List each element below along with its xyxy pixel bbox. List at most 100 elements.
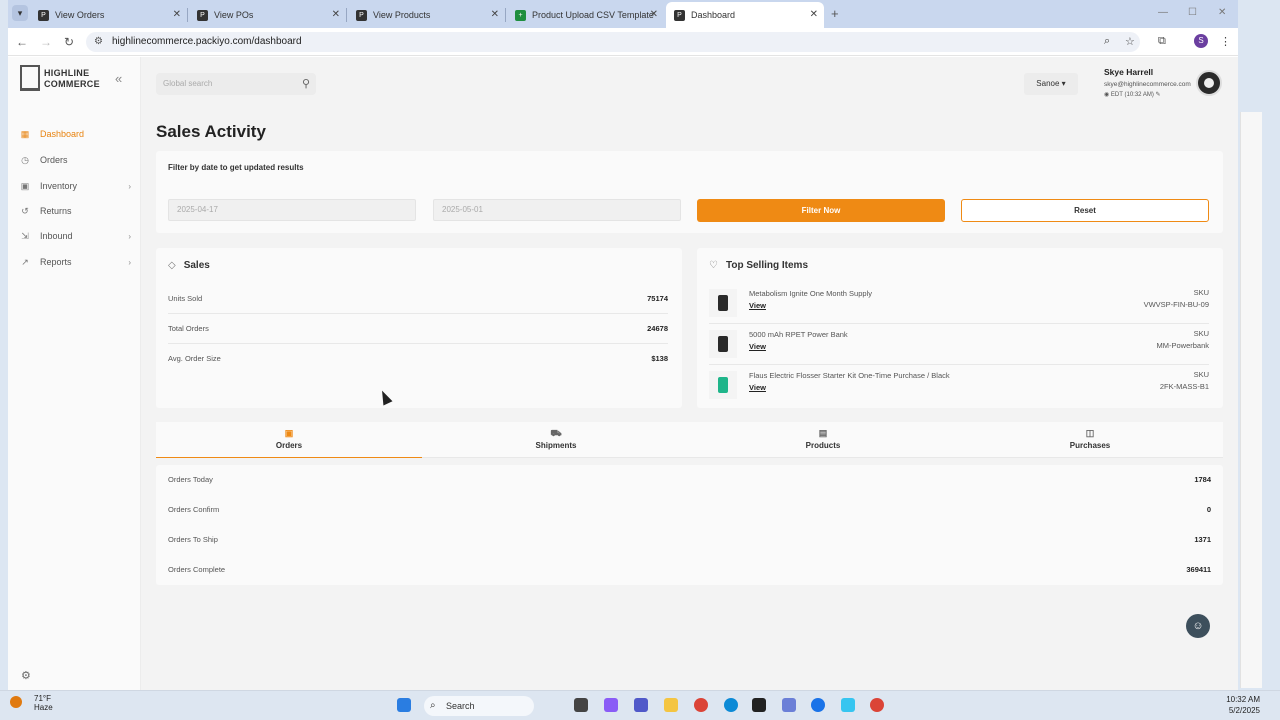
close-tab-icon[interactable]: ✕: [332, 9, 340, 20]
search-icon[interactable]: ⚲: [302, 73, 310, 95]
sheets-favicon-icon: +: [515, 9, 526, 21]
user-avatar[interactable]: [1196, 70, 1222, 96]
table-row: Orders Today 1784: [168, 475, 1211, 484]
minimize-icon[interactable]: —: [1158, 7, 1168, 18]
new-tab-icon[interactable]: +: [831, 6, 839, 21]
sidebar-item-returns[interactable]: ↺ Returns: [8, 200, 141, 222]
weather-widget[interactable]: 71°F Haze: [10, 694, 53, 712]
tab-orders[interactable]: ▣ Orders: [156, 422, 422, 458]
heart-icon: ♡: [709, 260, 718, 271]
pencil-icon[interactable]: ✎: [1156, 92, 1161, 98]
timezone: ◉ EDT (10:32 AM) ✎: [1104, 92, 1161, 98]
chat-support-icon[interactable]: ☺: [1186, 614, 1210, 638]
collapse-sidebar-icon[interactable]: «: [115, 71, 122, 86]
chrome-icon[interactable]: [694, 698, 708, 712]
teams-icon[interactable]: [634, 698, 648, 712]
tab-view-orders[interactable]: P View Orders ✕: [30, 2, 188, 28]
reset-button[interactable]: Reset: [961, 199, 1209, 222]
packiyo-favicon-icon: P: [38, 9, 49, 21]
view-link[interactable]: View: [749, 383, 766, 392]
tab-view-products[interactable]: P View Products ✕: [348, 2, 506, 28]
extensions-icon[interactable]: ⧉: [1158, 35, 1166, 48]
url-bar[interactable]: ⚙ highlinecommerce.packiyo.com/dashboard: [86, 32, 1140, 52]
filter-card: Filter by date to get updated results 20…: [156, 151, 1223, 233]
windows-start-icon[interactable]: [397, 698, 411, 712]
tab-products[interactable]: ▤ Products: [690, 422, 956, 458]
view-link[interactable]: View: [749, 301, 766, 310]
chart-icon: ↗: [21, 257, 29, 267]
filter-label: Filter by date to get updated results: [168, 163, 304, 172]
task-view-icon[interactable]: [574, 698, 588, 712]
box-icon: ▣: [20, 181, 30, 191]
user-info[interactable]: Skye Harrell skye@highlinecommerce.com ◉…: [1104, 67, 1191, 98]
globe-icon: ◉: [1104, 92, 1110, 98]
close-tab-icon[interactable]: ✕: [173, 9, 181, 20]
highline-commerce-logo[interactable]: HIGHLINE COMMERCE: [20, 65, 100, 93]
chevron-right-icon: ›: [128, 231, 131, 241]
chrome-profile-icon[interactable]: [811, 698, 825, 712]
top-selling-title: ♡ Top Selling Items: [709, 260, 809, 271]
tab-purchases[interactable]: ◫ Purchases: [957, 422, 1223, 458]
sales-card-title: ◇ Sales: [168, 260, 210, 271]
close-window-icon[interactable]: ✕: [1218, 7, 1226, 18]
packiyo-favicon-icon: P: [197, 9, 208, 21]
sidebar-item-reports[interactable]: ↗ Reports ›: [8, 251, 141, 273]
windows-taskbar: 71°F Haze ⌕ Search 10:32 AM 5/2/2025: [0, 690, 1280, 720]
url-text: highlinecommerce.packiyo.com/dashboard: [112, 36, 302, 47]
sidebar-item-inventory[interactable]: ▣ Inventory ›: [8, 175, 141, 197]
maximize-icon[interactable]: ☐: [1188, 7, 1197, 18]
tab-dashboard[interactable]: P Dashboard ✕: [666, 2, 824, 28]
warehouse-label: Sanoe: [1036, 79, 1060, 88]
profile-avatar[interactable]: S: [1194, 34, 1208, 48]
packiyo-app-icon[interactable]: [752, 698, 766, 712]
taskbar-search[interactable]: ⌕ Search: [424, 696, 534, 716]
sidebar-item-dashboard[interactable]: ▦ Dashboard: [8, 123, 141, 145]
forward-icon[interactable]: →: [40, 35, 52, 49]
close-tab-icon[interactable]: ✕: [650, 9, 658, 20]
close-tab-icon[interactable]: ✕: [810, 9, 818, 20]
sun-icon: [10, 696, 22, 708]
tab-title: Product Upload CSV Template: [532, 10, 654, 20]
slack-icon[interactable]: [841, 698, 855, 712]
tab-search-icon[interactable]: ▾: [12, 5, 28, 21]
side-panel-scrollbar[interactable]: [1240, 112, 1262, 688]
start-date-input[interactable]: 2025-04-17: [168, 199, 416, 221]
filter-now-button[interactable]: Filter Now: [697, 199, 945, 222]
sales-card: ◇ Sales Units Sold 75174 Total Orders 246…: [156, 248, 682, 408]
browser-menu-icon[interactable]: ⋮: [1220, 35, 1231, 48]
address-bar-row: ← → ↻ ⚙ highlinecommerce.packiyo.com/das…: [8, 28, 1238, 56]
warehouse-dropdown[interactable]: Sanoe ▾: [1024, 73, 1078, 95]
sidebar: HIGHLINE COMMERCE « ▦ Dashboard ◷ Orders…: [8, 57, 141, 690]
tab-view-pos[interactable]: P View POs ✕: [189, 2, 347, 28]
end-date-input[interactable]: 2025-05-01: [433, 199, 681, 221]
orders-card: Orders Today 1784 Orders Confirm 0 Order…: [156, 465, 1223, 585]
tab-shipments[interactable]: ⛟ Shipments: [423, 422, 689, 458]
edge-icon[interactable]: [724, 698, 738, 712]
user-name: Skye Harrell: [1104, 67, 1154, 77]
settings-gear-icon[interactable]: ⚙: [21, 669, 31, 682]
browser-window: ▾ P View Orders ✕ P View POs ✕ P View Pr…: [8, 0, 1238, 690]
sidebar-item-orders[interactable]: ◷ Orders: [8, 149, 141, 171]
site-info-icon[interactable]: ⚙: [94, 32, 103, 52]
file-explorer-icon[interactable]: [664, 698, 678, 712]
table-row: Orders To Ship 1371: [168, 535, 1211, 544]
product-sku: MM-Powerbank: [1156, 341, 1209, 350]
view-link[interactable]: View: [749, 342, 766, 351]
tab-csv-template[interactable]: + Product Upload CSV Template ✕: [507, 2, 664, 28]
system-clock[interactable]: 10:32 AM 5/2/2025: [1226, 694, 1260, 716]
zoom-icon[interactable]: ⌕: [1104, 35, 1110, 48]
sales-row: Units Sold 75174: [168, 284, 668, 314]
reload-icon[interactable]: ↻: [64, 35, 74, 49]
bookmark-star-icon[interactable]: ☆: [1125, 35, 1135, 48]
copilot-icon[interactable]: [604, 698, 618, 712]
chrome-alt-icon[interactable]: [870, 698, 884, 712]
return-icon: ↺: [21, 206, 29, 216]
app-icon[interactable]: [782, 698, 796, 712]
product-name: Flaus Electric Flosser Starter Kit One-T…: [749, 371, 950, 380]
search-icon: ⌕: [430, 700, 436, 711]
global-search-input[interactable]: Global search ⚲: [156, 73, 316, 95]
sidebar-item-label: Inbound: [40, 231, 73, 241]
close-tab-icon[interactable]: ✕: [491, 9, 499, 20]
back-icon[interactable]: ←: [16, 35, 28, 49]
sidebar-item-inbound[interactable]: ⇲ Inbound ›: [8, 225, 141, 247]
